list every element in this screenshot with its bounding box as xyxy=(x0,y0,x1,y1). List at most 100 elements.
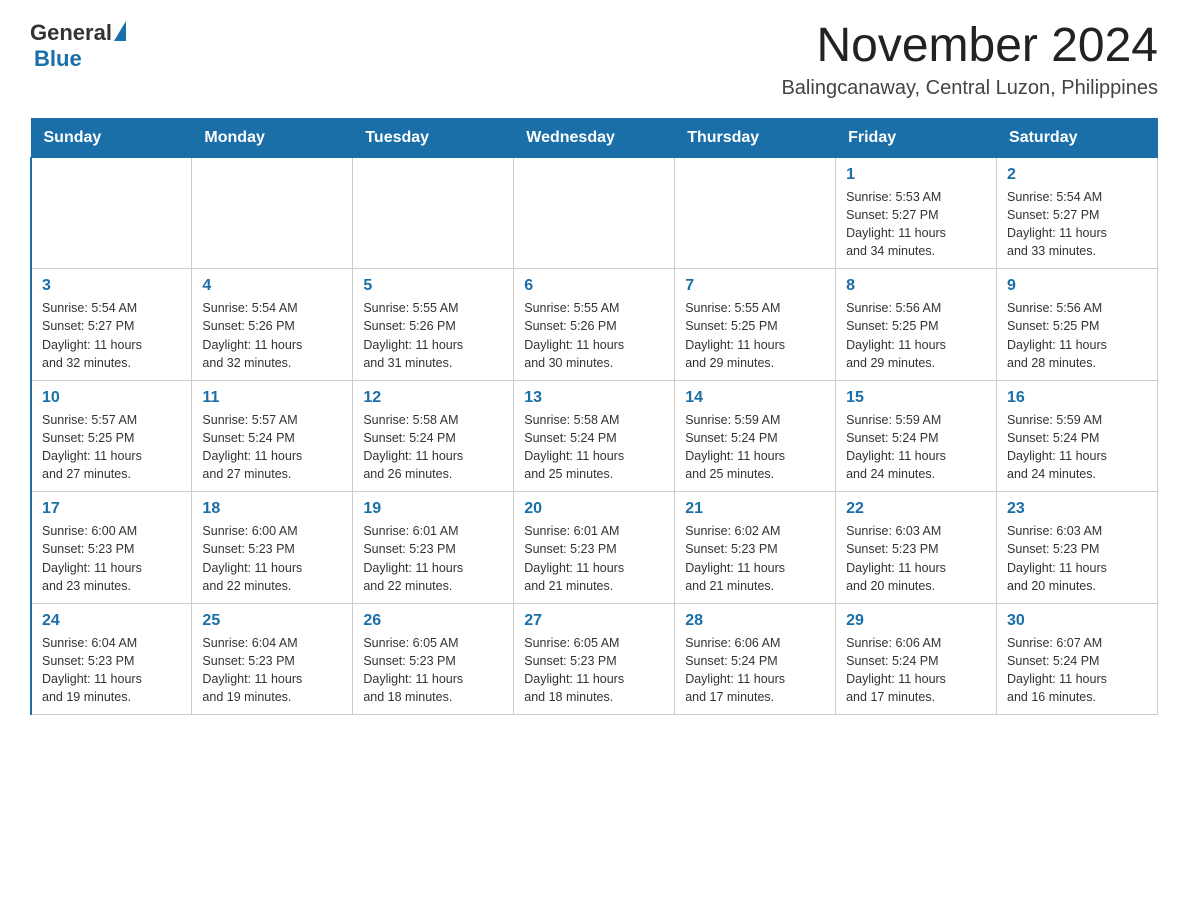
calendar-cell xyxy=(192,157,353,269)
day-info: Sunrise: 6:00 AM Sunset: 5:23 PM Dayligh… xyxy=(42,522,181,595)
month-title: November 2024 xyxy=(781,20,1158,73)
day-info: Sunrise: 5:55 AM Sunset: 5:25 PM Dayligh… xyxy=(685,299,825,372)
calendar-cell: 26Sunrise: 6:05 AM Sunset: 5:23 PM Dayli… xyxy=(353,603,514,715)
day-info: Sunrise: 5:55 AM Sunset: 5:26 PM Dayligh… xyxy=(524,299,664,372)
day-number: 27 xyxy=(524,612,664,630)
calendar-cell xyxy=(675,157,836,269)
calendar-week-row: 24 Sunrise: 6:04 AM Sunset: 5:23 PM Dayli… xyxy=(31,603,1158,715)
calendar-cell: 20Sunrise: 6:01 AM Sunset: 5:23 PM Dayli… xyxy=(514,492,675,604)
day-number: 12 xyxy=(363,389,503,407)
day-info: Sunrise: 6:05 AM Sunset: 5:23 PM Dayligh… xyxy=(524,634,664,707)
day-info: Sunrise: 5:56 AM Sunset: 5:25 PM Dayligh… xyxy=(1007,299,1147,372)
day-number: 8 xyxy=(846,277,986,295)
calendar-cell: 19 Sunrise: 6:01 AM Sunset: 5:23 PM Dayli… xyxy=(353,492,514,604)
calendar-cell: 18 Sunrise: 6:00 AM Sunset: 5:23 PM Dayli… xyxy=(192,492,353,604)
calendar-cell: 6 Sunrise: 5:55 AM Sunset: 5:26 PM Daylig… xyxy=(514,269,675,381)
calendar-cell: 7 Sunrise: 5:55 AM Sunset: 5:25 PM Daylig… xyxy=(675,269,836,381)
day-info: Sunrise: 6:00 AM Sunset: 5:23 PM Dayligh… xyxy=(202,522,342,595)
day-number: 7 xyxy=(685,277,825,295)
day-info: Sunrise: 6:01 AM Sunset: 5:23 PM Dayligh… xyxy=(363,522,503,595)
calendar-cell: 16 Sunrise: 5:59 AM Sunset: 5:24 PM Dayli… xyxy=(997,380,1158,492)
day-number: 19 xyxy=(363,500,503,518)
day-info: Sunrise: 6:06 AM Sunset: 5:24 PM Dayligh… xyxy=(685,634,825,707)
calendar-cell: 25 Sunrise: 6:04 AM Sunset: 5:23 PM Dayli… xyxy=(192,603,353,715)
day-number: 4 xyxy=(202,277,342,295)
calendar-cell: 28 Sunrise: 6:06 AM Sunset: 5:24 PM Dayli… xyxy=(675,603,836,715)
calendar-cell: 21 Sunrise: 6:02 AM Sunset: 5:23 PM Dayli… xyxy=(675,492,836,604)
calendar-cell: 17 Sunrise: 6:00 AM Sunset: 5:23 PM Dayli… xyxy=(31,492,192,604)
day-number: 9 xyxy=(1007,277,1147,295)
calendar-cell: 4 Sunrise: 5:54 AM Sunset: 5:26 PM Daylig… xyxy=(192,269,353,381)
weekday-header-tuesday: Tuesday xyxy=(353,118,514,157)
weekday-header-saturday: Saturday xyxy=(997,118,1158,157)
day-number: 3 xyxy=(42,277,181,295)
day-info: Sunrise: 5:54 AM Sunset: 5:27 PM Dayligh… xyxy=(1007,188,1147,261)
calendar-cell xyxy=(353,157,514,269)
day-number: 29 xyxy=(846,612,986,630)
day-info: Sunrise: 5:57 AM Sunset: 5:25 PM Dayligh… xyxy=(42,411,181,484)
day-info: Sunrise: 6:04 AM Sunset: 5:23 PM Dayligh… xyxy=(42,634,181,707)
calendar-cell: 9 Sunrise: 5:56 AM Sunset: 5:25 PM Daylig… xyxy=(997,269,1158,381)
day-info: Sunrise: 5:59 AM Sunset: 5:24 PM Dayligh… xyxy=(1007,411,1147,484)
day-info: Sunrise: 5:56 AM Sunset: 5:25 PM Dayligh… xyxy=(846,299,986,372)
weekday-header-wednesday: Wednesday xyxy=(514,118,675,157)
calendar-cell: 10 Sunrise: 5:57 AM Sunset: 5:25 PM Dayli… xyxy=(31,380,192,492)
weekday-header-friday: Friday xyxy=(836,118,997,157)
day-info: Sunrise: 5:57 AM Sunset: 5:24 PM Dayligh… xyxy=(202,411,342,484)
calendar-cell: 1 Sunrise: 5:53 AM Sunset: 5:27 PM Daylig… xyxy=(836,157,997,269)
day-number: 10 xyxy=(42,389,181,407)
day-info: Sunrise: 5:59 AM Sunset: 5:24 PM Dayligh… xyxy=(846,411,986,484)
day-info: Sunrise: 6:03 AM Sunset: 5:23 PM Dayligh… xyxy=(1007,522,1147,595)
weekday-header-row: SundayMondayTuesdayWednesdayThursdayFrid… xyxy=(31,118,1158,157)
day-number: 21 xyxy=(685,500,825,518)
calendar-cell: 3Sunrise: 5:54 AM Sunset: 5:27 PM Daylig… xyxy=(31,269,192,381)
day-info: Sunrise: 5:58 AM Sunset: 5:24 PM Dayligh… xyxy=(524,411,664,484)
calendar-cell xyxy=(514,157,675,269)
logo-general-text: General xyxy=(30,20,112,46)
logo: General Blue xyxy=(30,20,126,72)
day-number: 22 xyxy=(846,500,986,518)
day-number: 1 xyxy=(846,166,986,184)
day-number: 18 xyxy=(202,500,342,518)
day-number: 25 xyxy=(202,612,342,630)
day-number: 24 xyxy=(42,612,181,630)
calendar-cell: 2 Sunrise: 5:54 AM Sunset: 5:27 PM Daylig… xyxy=(997,157,1158,269)
calendar-week-row: 17 Sunrise: 6:00 AM Sunset: 5:23 PM Dayli… xyxy=(31,492,1158,604)
calendar-cell: 11 Sunrise: 5:57 AM Sunset: 5:24 PM Dayli… xyxy=(192,380,353,492)
calendar-cell xyxy=(31,157,192,269)
logo-blue-text: Blue xyxy=(34,46,82,72)
day-number: 30 xyxy=(1007,612,1147,630)
day-info: Sunrise: 5:53 AM Sunset: 5:27 PM Dayligh… xyxy=(846,188,986,261)
day-number: 15 xyxy=(846,389,986,407)
calendar-cell: 24 Sunrise: 6:04 AM Sunset: 5:23 PM Dayli… xyxy=(31,603,192,715)
day-number: 16 xyxy=(1007,389,1147,407)
calendar-cell: 15 Sunrise: 5:59 AM Sunset: 5:24 PM Dayli… xyxy=(836,380,997,492)
day-info: Sunrise: 6:07 AM Sunset: 5:24 PM Dayligh… xyxy=(1007,634,1147,707)
day-number: 2 xyxy=(1007,166,1147,184)
weekday-header-monday: Monday xyxy=(192,118,353,157)
calendar-body: 1 Sunrise: 5:53 AM Sunset: 5:27 PM Daylig… xyxy=(31,157,1158,715)
day-info: Sunrise: 6:04 AM Sunset: 5:23 PM Dayligh… xyxy=(202,634,342,707)
day-info: Sunrise: 6:06 AM Sunset: 5:24 PM Dayligh… xyxy=(846,634,986,707)
day-number: 14 xyxy=(685,389,825,407)
day-number: 28 xyxy=(685,612,825,630)
calendar-cell: 14Sunrise: 5:59 AM Sunset: 5:24 PM Dayli… xyxy=(675,380,836,492)
location-subtitle: Balingcanaway, Central Luzon, Philippine… xyxy=(781,77,1158,100)
day-info: Sunrise: 6:02 AM Sunset: 5:23 PM Dayligh… xyxy=(685,522,825,595)
calendar-cell: 5 Sunrise: 5:55 AM Sunset: 5:26 PM Daylig… xyxy=(353,269,514,381)
calendar-cell: 12 Sunrise: 5:58 AM Sunset: 5:24 PM Dayli… xyxy=(353,380,514,492)
day-number: 17 xyxy=(42,500,181,518)
day-info: Sunrise: 5:58 AM Sunset: 5:24 PM Dayligh… xyxy=(363,411,503,484)
day-info: Sunrise: 5:54 AM Sunset: 5:26 PM Dayligh… xyxy=(202,299,342,372)
day-number: 6 xyxy=(524,277,664,295)
calendar-cell: 29 Sunrise: 6:06 AM Sunset: 5:24 PM Dayli… xyxy=(836,603,997,715)
day-info: Sunrise: 5:55 AM Sunset: 5:26 PM Dayligh… xyxy=(363,299,503,372)
day-number: 5 xyxy=(363,277,503,295)
day-info: Sunrise: 6:05 AM Sunset: 5:23 PM Dayligh… xyxy=(363,634,503,707)
calendar-cell: 8 Sunrise: 5:56 AM Sunset: 5:25 PM Daylig… xyxy=(836,269,997,381)
day-number: 20 xyxy=(524,500,664,518)
calendar-cell: 30 Sunrise: 6:07 AM Sunset: 5:24 PM Dayli… xyxy=(997,603,1158,715)
weekday-header-thursday: Thursday xyxy=(675,118,836,157)
calendar-header: SundayMondayTuesdayWednesdayThursdayFrid… xyxy=(31,118,1158,157)
day-number: 11 xyxy=(202,389,342,407)
